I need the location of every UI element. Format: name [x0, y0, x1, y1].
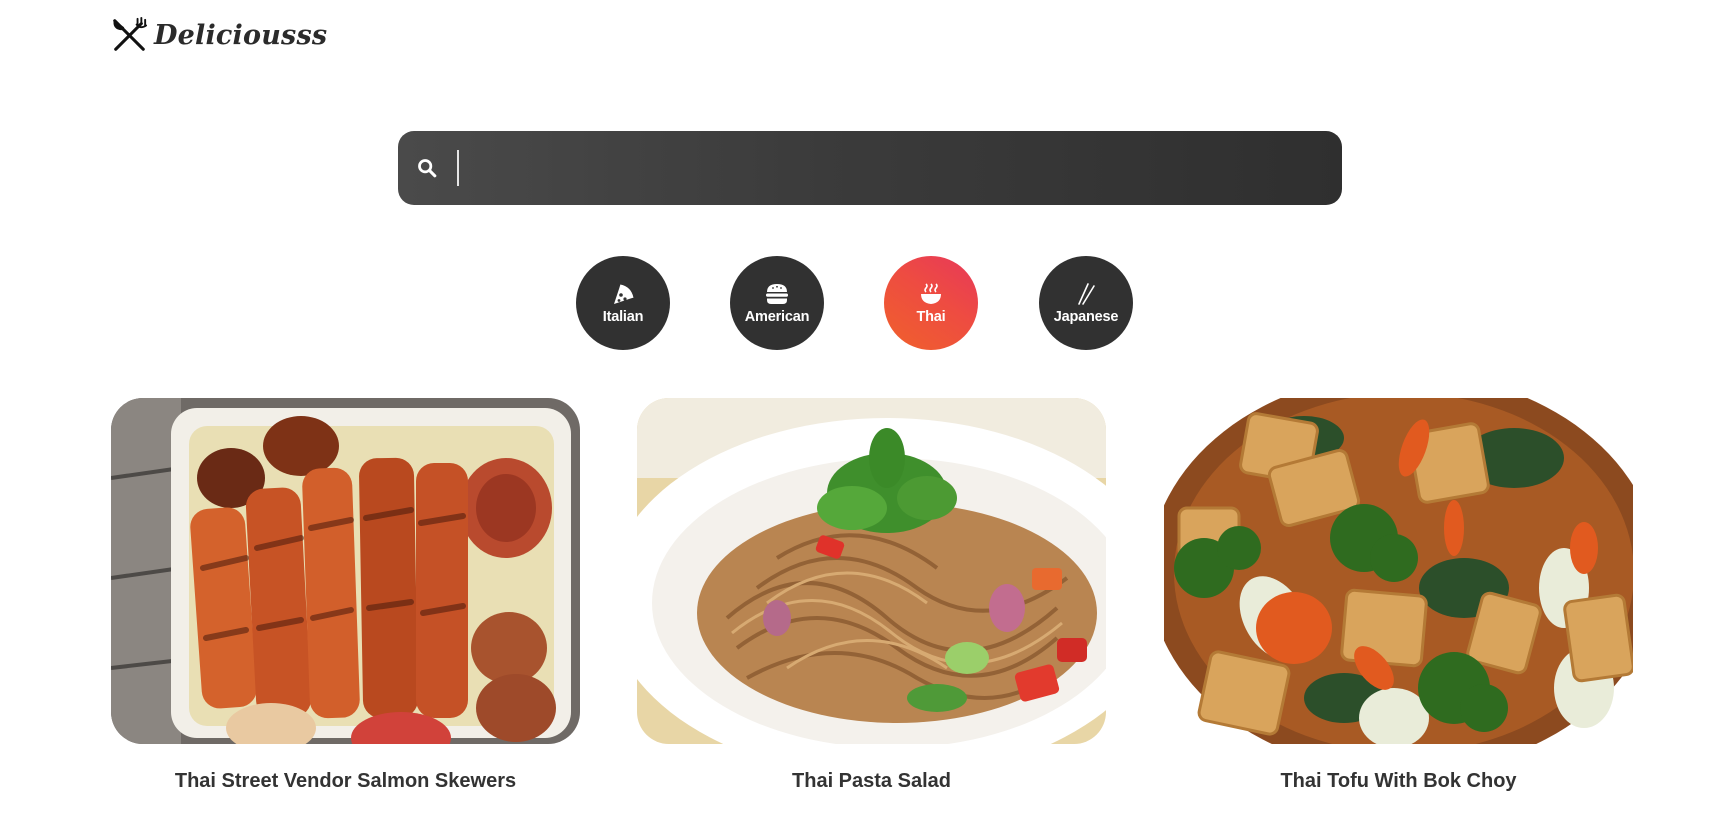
fork-knife-icon [113, 16, 148, 51]
recipe-image[interactable] [111, 398, 580, 744]
brand-name: Deliciousss [154, 19, 328, 51]
search-bar[interactable] [398, 131, 1342, 205]
noodle-bowl-icon [921, 283, 941, 304]
category-label: Thai [916, 309, 946, 325]
recipe-image[interactable] [637, 398, 1106, 744]
category-thai-button[interactable]: Thai [884, 256, 978, 350]
category-label: Japanese [1053, 309, 1119, 325]
brand-logo[interactable]: Deliciousss [110, 16, 327, 54]
burger-icon [766, 284, 788, 304]
category-american-button[interactable]: American [730, 256, 824, 350]
category-japanese-button[interactable]: Japanese [1039, 256, 1133, 350]
recipe-card[interactable]: Thai Tofu With Bok Choy [1164, 398, 1633, 793]
chopsticks-icon [1078, 283, 1095, 305]
cuisine-categories: Italian American Thai Japanese [0, 256, 1733, 350]
search-icon [418, 159, 437, 178]
search-input[interactable] [438, 131, 1342, 205]
recipe-image[interactable] [1164, 398, 1633, 744]
recipe-title[interactable]: Thai Street Vendor Salmon Skewers [111, 770, 580, 793]
category-label: Italian [602, 309, 644, 325]
pizza-icon [614, 284, 634, 304]
recipe-card[interactable]: Thai Pasta Salad [637, 398, 1106, 793]
recipe-card[interactable]: Thai Street Vendor Salmon Skewers [111, 398, 580, 793]
text-caret [457, 150, 459, 186]
category-italian-button[interactable]: Italian [576, 256, 670, 350]
recipe-title[interactable]: Thai Tofu With Bok Choy [1164, 770, 1633, 793]
recipe-title[interactable]: Thai Pasta Salad [637, 770, 1106, 793]
category-label: American [744, 309, 810, 325]
